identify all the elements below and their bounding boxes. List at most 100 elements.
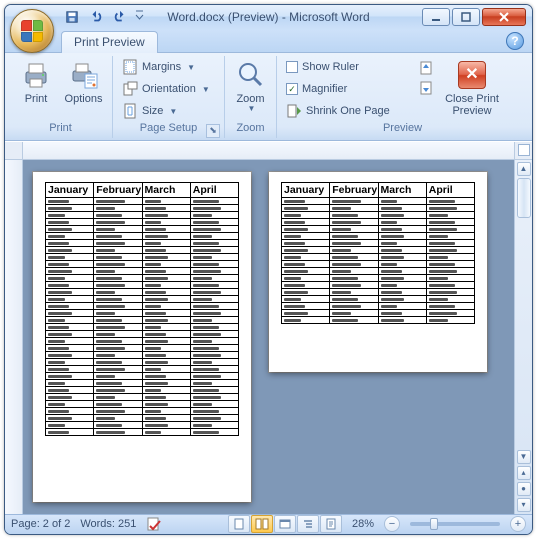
qat-customize-dropdown[interactable] xyxy=(135,8,146,26)
document-table-2: JanuaryFebruaryMarchApril xyxy=(281,182,475,324)
table-row xyxy=(46,337,239,344)
table-row xyxy=(46,330,239,337)
qat-redo-button[interactable] xyxy=(111,8,129,26)
table-header: April xyxy=(190,182,238,197)
proofing-button[interactable] xyxy=(146,516,162,532)
vertical-scrollbar[interactable]: ▲ ▼ ▴ ● ▾ xyxy=(514,160,532,514)
size-button[interactable]: Size▼ xyxy=(119,101,218,122)
proofing-icon xyxy=(146,516,162,532)
prev-page-button[interactable] xyxy=(415,57,437,78)
orientation-button[interactable]: Orientation▼ xyxy=(119,79,218,100)
checkbox-checked-icon: ✓ xyxy=(286,83,298,95)
view-outline[interactable] xyxy=(297,515,319,533)
group-pagesetup-label: Page Setup xyxy=(140,122,198,134)
office-button[interactable] xyxy=(10,9,54,53)
table-header: January xyxy=(46,182,94,197)
table-row xyxy=(46,386,239,393)
page-canvas[interactable]: JanuaryFebruaryMarchApril JanuaryFebruar… xyxy=(23,160,514,514)
group-zoom: Zoom ▼ Zoom xyxy=(225,56,277,138)
view-draft-icon xyxy=(325,518,337,530)
next-page-button[interactable] xyxy=(415,79,437,100)
view-print-layout[interactable] xyxy=(228,515,250,533)
view-reading-icon xyxy=(255,518,269,530)
ruler-toggle-button[interactable] xyxy=(518,144,530,156)
shrink-page-button[interactable]: Shrink One Page xyxy=(283,101,411,122)
view-full-reading[interactable] xyxy=(251,515,273,533)
table-row xyxy=(282,288,475,295)
tab-print-preview[interactable]: Print Preview xyxy=(61,31,158,53)
page-2: JanuaryFebruaryMarchApril xyxy=(269,172,487,372)
minimize-button[interactable] xyxy=(422,8,450,26)
pagesetup-launcher[interactable]: ⬊ xyxy=(206,124,220,138)
status-words[interactable]: Words: 251 xyxy=(80,518,136,530)
undo-icon xyxy=(89,10,103,24)
qat-undo-button[interactable] xyxy=(87,8,105,26)
page-down-icon xyxy=(418,81,434,97)
zoom-slider-thumb[interactable] xyxy=(430,518,438,530)
close-preview-label: Close Print Preview xyxy=(445,93,499,117)
show-ruler-label: Show Ruler xyxy=(302,61,359,73)
table-row xyxy=(282,274,475,281)
page-up-icon xyxy=(418,59,434,75)
print-button[interactable]: Print xyxy=(15,57,57,107)
zoom-button[interactable]: Zoom ▼ xyxy=(230,57,272,116)
table-row xyxy=(282,316,475,323)
view-web-icon xyxy=(279,518,291,530)
table-row xyxy=(282,204,475,211)
zoom-out-button[interactable]: − xyxy=(384,516,400,532)
table-row xyxy=(46,428,239,435)
table-row xyxy=(46,260,239,267)
table-row xyxy=(282,281,475,288)
table-row xyxy=(46,407,239,414)
table-row xyxy=(46,281,239,288)
table-row xyxy=(46,421,239,428)
qat-save-button[interactable] xyxy=(63,8,81,26)
maximize-icon xyxy=(461,12,471,22)
table-row xyxy=(46,379,239,386)
magnifier-toggle[interactable]: ✓ Magnifier xyxy=(283,79,411,100)
table-header: February xyxy=(330,182,378,197)
page-size-icon xyxy=(122,103,138,119)
status-page[interactable]: Page: 2 of 2 xyxy=(11,518,70,530)
status-zoom[interactable]: 28% xyxy=(352,518,374,530)
close-icon xyxy=(498,12,510,22)
group-print-label: Print xyxy=(15,122,106,138)
group-preview: Show Ruler ✓ Magnifier Shrink One Page xyxy=(277,56,528,138)
table-row xyxy=(282,246,475,253)
scroll-down-button[interactable]: ▼ xyxy=(517,450,531,464)
options-button[interactable]: Options xyxy=(61,57,106,107)
zoom-slider[interactable] xyxy=(410,522,500,526)
view-web-layout[interactable] xyxy=(274,515,296,533)
scroll-thumb[interactable] xyxy=(517,178,531,218)
app-window: Word.docx (Preview) - Microsoft Word Pri… xyxy=(4,4,533,535)
table-row xyxy=(46,372,239,379)
table-row xyxy=(282,239,475,246)
table-row xyxy=(46,316,239,323)
print-label: Print xyxy=(25,93,48,105)
magnifier-label: Magnifier xyxy=(302,83,347,95)
help-button[interactable]: ? xyxy=(506,32,524,50)
browse-prev-button[interactable]: ▴ xyxy=(517,466,531,480)
scroll-up-button[interactable]: ▲ xyxy=(517,162,531,176)
table-row xyxy=(282,218,475,225)
table-row xyxy=(46,239,239,246)
browse-next-button[interactable]: ▾ xyxy=(517,498,531,512)
close-x-icon: ✕ xyxy=(458,61,486,89)
group-print: Print Options Print xyxy=(9,56,113,138)
group-preview-label: Preview xyxy=(283,122,522,138)
close-preview-button[interactable]: ✕ Close Print Preview xyxy=(441,57,503,119)
maximize-button[interactable] xyxy=(452,8,480,26)
table-row xyxy=(46,211,239,218)
zoom-in-button[interactable]: + xyxy=(510,516,526,532)
view-draft[interactable] xyxy=(320,515,342,533)
close-window-button[interactable] xyxy=(482,8,526,26)
table-row xyxy=(282,232,475,239)
chevron-down-icon xyxy=(135,10,146,24)
show-ruler-toggle[interactable]: Show Ruler xyxy=(283,57,411,78)
page-1: JanuaryFebruaryMarchApril xyxy=(33,172,251,502)
browse-object-button[interactable]: ● xyxy=(517,482,531,496)
table-row xyxy=(46,225,239,232)
margins-button[interactable]: Margins▼ xyxy=(119,57,218,78)
save-icon xyxy=(65,10,79,24)
redo-icon xyxy=(113,10,127,24)
